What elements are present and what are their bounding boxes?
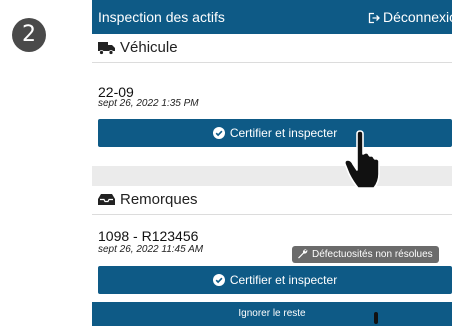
logout-icon — [368, 12, 380, 24]
vehicle-card: Véhicule 22-09 sept 26, 2022 1:35 PM Cer… — [92, 34, 452, 166]
unresolved-defects-badge[interactable]: Défectuosités non résolues — [292, 246, 439, 263]
logout-button[interactable]: Déconnexion — [368, 9, 452, 25]
vehicle-certify-inspect-label: Certifier et inspecter — [229, 126, 338, 140]
trailer-card: Remorques 1098 - R123456 sept 26, 2022 1… — [92, 186, 452, 302]
skip-rest-label: Ignorer le reste — [238, 308, 306, 319]
logout-label: Déconnexion — [383, 9, 452, 25]
vehicle-certify-inspect-button[interactable]: Certifier et inspecter — [98, 119, 452, 147]
step-number-badge: 2 — [12, 18, 46, 52]
trailer-unit-id: 1098 - R123456 — [98, 228, 199, 244]
app-screen: Inspection des actifs Déconnexion Véhicu… — [92, 0, 452, 326]
page-title: Inspection des actifs — [98, 9, 225, 25]
vehicle-section-title: Véhicule — [120, 39, 178, 56]
check-circle-icon — [212, 274, 225, 286]
trailer-date: sept 26, 2022 11:45 AM — [98, 244, 204, 255]
trailer-section-header: Remorques — [92, 186, 452, 215]
check-circle-icon — [212, 127, 225, 139]
inbox-icon — [98, 194, 115, 205]
hand-pointer-icon — [344, 130, 380, 189]
truck-icon — [98, 42, 115, 55]
vehicle-section-header: Véhicule — [92, 34, 452, 63]
trailer-certify-inspect-label: Certifier et inspecter — [229, 273, 338, 287]
vehicle-date: sept 26, 2022 1:35 PM — [98, 98, 199, 109]
wrench-icon — [298, 249, 308, 259]
trailer-section-title: Remorques — [120, 191, 198, 208]
skip-rest-button[interactable]: Ignorer le reste — [92, 302, 452, 326]
cursor-hint-mark — [374, 312, 378, 324]
unresolved-defects-label: Défectuosités non résolues — [312, 249, 433, 260]
top-bar: Inspection des actifs Déconnexion — [92, 0, 452, 34]
trailer-certify-inspect-button[interactable]: Certifier et inspecter — [98, 266, 452, 294]
